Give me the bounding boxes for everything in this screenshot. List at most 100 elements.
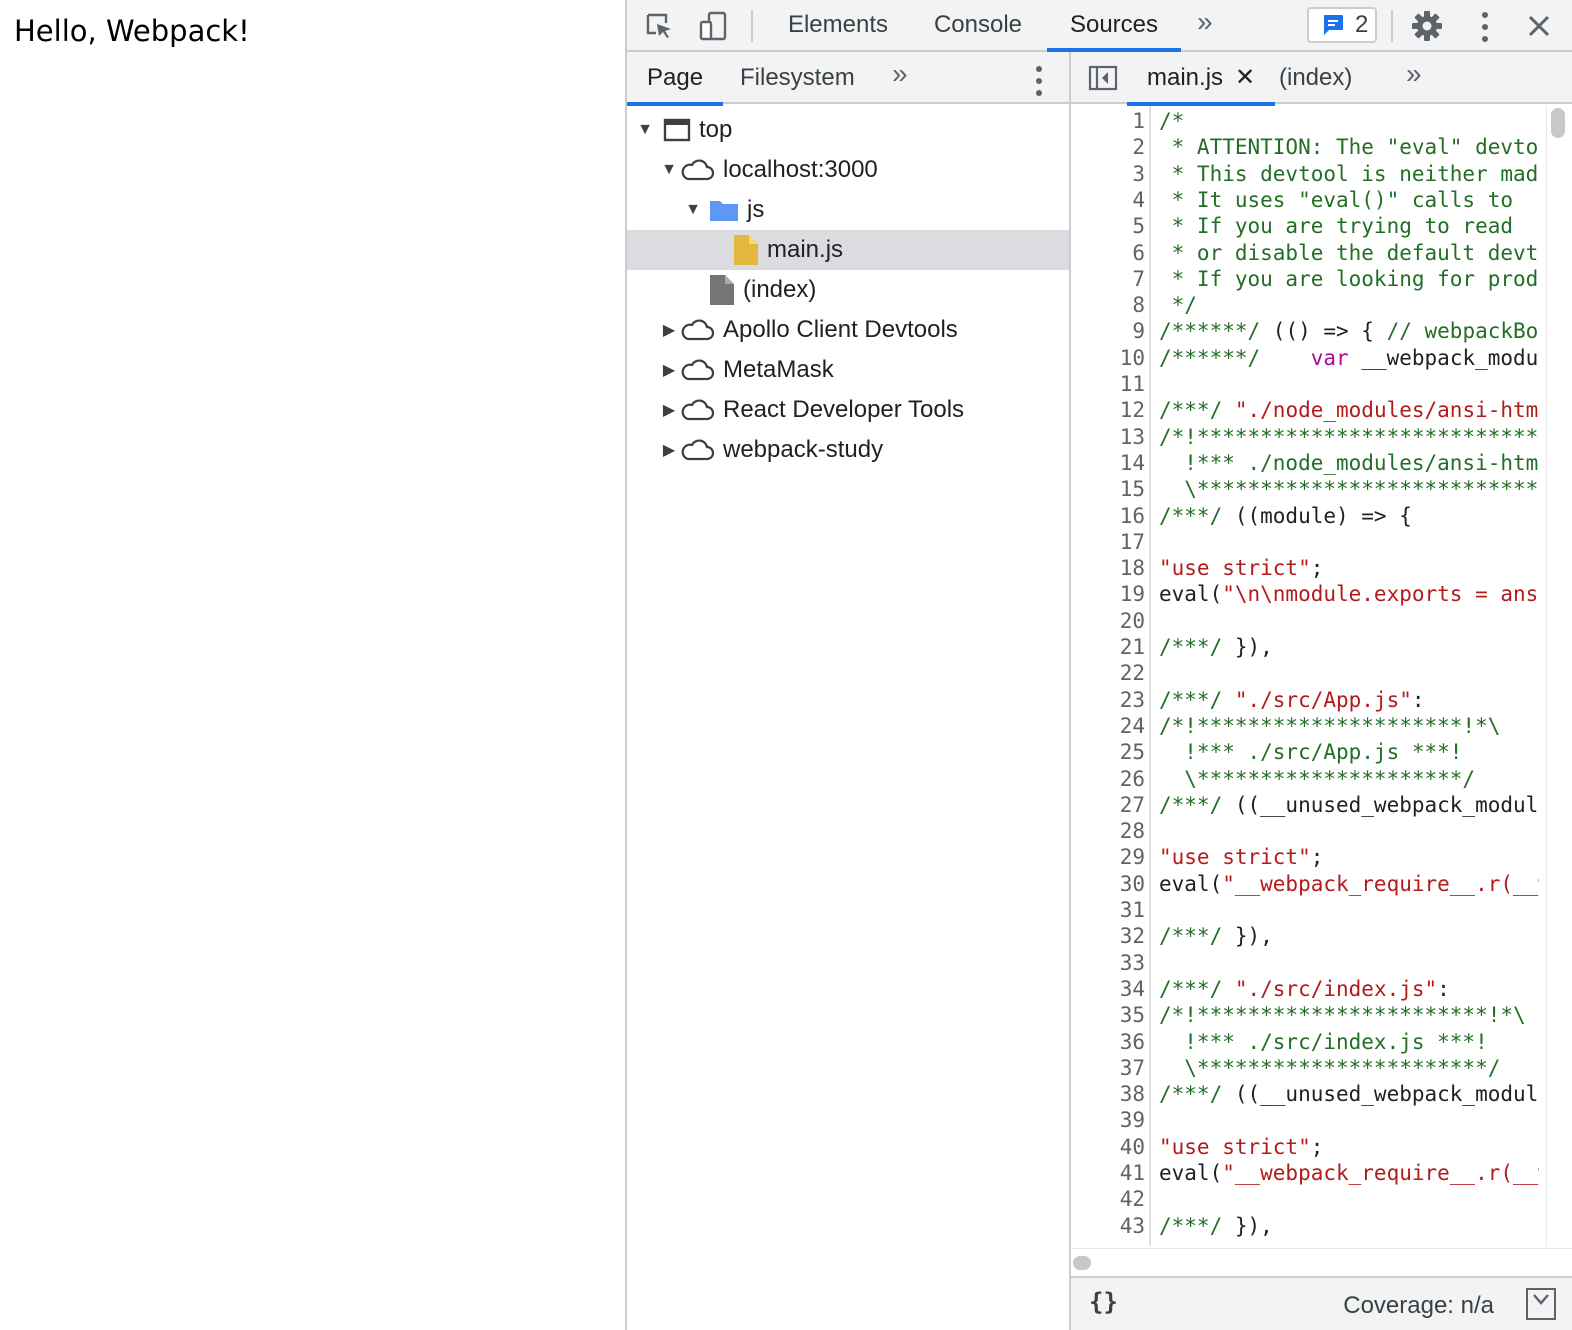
line-number[interactable]: 30 — [1071, 871, 1145, 897]
code-line[interactable] — [1159, 529, 1539, 555]
code-line[interactable]: /***/ }), — [1159, 634, 1539, 660]
code-line[interactable]: !*** ./node_modules/ansi-html — [1159, 450, 1539, 476]
expanded-triangle-icon[interactable]: ▼ — [635, 121, 655, 139]
line-number[interactable]: 39 — [1071, 1107, 1145, 1133]
expanded-triangle-icon[interactable]: ▼ — [659, 161, 679, 179]
code-line[interactable] — [1159, 1186, 1539, 1212]
code-line[interactable]: /******/ (() => { // webpackBootstrap — [1159, 318, 1539, 344]
code-line[interactable]: * It uses "eval()" calls to — [1159, 187, 1539, 213]
kebab-menu-icon[interactable] — [1482, 12, 1488, 42]
editor-tab-main-js[interactable]: main.js — [1126, 52, 1276, 106]
line-number[interactable]: 6 — [1071, 240, 1145, 266]
more-tabs-icon[interactable]: » — [1197, 6, 1212, 38]
code-line[interactable]: eval("__webpack_require__.r(__webpack_ex… — [1159, 871, 1539, 897]
line-number[interactable]: 14 — [1071, 450, 1145, 476]
code-line[interactable]: /******/ var __webpack_modules__ — [1159, 345, 1539, 371]
horizontal-scroll-thumb[interactable] — [1073, 1256, 1091, 1270]
navigator-menu-icon[interactable] — [1036, 66, 1042, 96]
line-number[interactable]: 5 — [1071, 213, 1145, 239]
line-number[interactable]: 8 — [1071, 292, 1145, 318]
code-line[interactable]: * ATTENTION: The "eval" devtool — [1159, 134, 1539, 160]
line-number[interactable]: 22 — [1071, 660, 1145, 686]
line-number[interactable]: 40 — [1071, 1134, 1145, 1160]
line-number[interactable]: 19 — [1071, 581, 1145, 607]
line-number[interactable]: 10 — [1071, 345, 1145, 371]
line-number[interactable]: 37 — [1071, 1055, 1145, 1081]
code-line[interactable] — [1159, 818, 1539, 844]
line-number[interactable]: 43 — [1071, 1213, 1145, 1239]
code-view[interactable]: 1 /* 2 * ATTENTION: The "eval" devtool 3 * … — [1071, 106, 1541, 1246]
pretty-print-button[interactable]: {} — [1089, 1288, 1118, 1316]
tab-sources[interactable]: Sources — [1047, 0, 1181, 52]
coverage-icon[interactable] — [1526, 1288, 1556, 1320]
line-number[interactable]: 42 — [1071, 1186, 1145, 1212]
code-line[interactable]: /***/ "./src/App.js": — [1159, 687, 1539, 713]
device-toolbar-icon[interactable] — [695, 8, 731, 44]
tree-item-metamask[interactable]: ▶ MetaMask — [627, 350, 1069, 390]
code-line[interactable]: \***********************/ — [1159, 1055, 1539, 1081]
code-line[interactable]: * or disable the default devtool — [1159, 240, 1539, 266]
tree-item-localhost[interactable]: ▼ localhost:3000 — [627, 150, 1069, 190]
line-number[interactable]: 29 — [1071, 844, 1145, 870]
code-line[interactable]: /***/ ((module) => { — [1159, 503, 1539, 529]
code-line[interactable]: /***/ }), — [1159, 923, 1539, 949]
code-line[interactable]: \***************************** — [1159, 476, 1539, 502]
close-tab-icon[interactable]: ✕ — [1235, 52, 1255, 104]
code-line[interactable]: * If you are trying to read — [1159, 213, 1539, 239]
horizontal-scrollbar[interactable] — [1071, 1248, 1572, 1276]
code-line[interactable]: * This devtool is neither made — [1159, 161, 1539, 187]
code-line[interactable] — [1159, 950, 1539, 976]
line-number[interactable]: 31 — [1071, 897, 1145, 923]
line-number[interactable]: 17 — [1071, 529, 1145, 555]
tab-page[interactable]: Page — [626, 52, 724, 106]
more-editor-tabs-icon[interactable]: » — [1406, 58, 1421, 90]
line-number[interactable]: 24 — [1071, 713, 1145, 739]
tree-item-top[interactable]: ▼ top — [627, 110, 1069, 150]
line-number[interactable]: 9 — [1071, 318, 1145, 344]
line-number[interactable]: 1 — [1071, 108, 1145, 134]
code-line[interactable]: !*** ./src/App.js ***! — [1159, 739, 1539, 765]
line-number[interactable]: 25 — [1071, 739, 1145, 765]
line-number[interactable]: 13 — [1071, 424, 1145, 450]
collapsed-triangle-icon[interactable]: ▶ — [659, 440, 679, 460]
line-number[interactable]: 11 — [1071, 371, 1145, 397]
close-icon[interactable] — [1521, 8, 1557, 44]
code-line[interactable] — [1159, 660, 1539, 686]
code-line[interactable]: * If you are looking for production — [1159, 266, 1539, 292]
code-line[interactable]: /*!*********************!*\ — [1159, 713, 1539, 739]
line-number[interactable]: 26 — [1071, 766, 1145, 792]
tree-item-webpack-study[interactable]: ▶ webpack-study — [627, 430, 1069, 470]
code-line[interactable]: /***/ "./node_modules/ansi-html" — [1159, 397, 1539, 423]
code-line[interactable]: /* — [1159, 108, 1539, 134]
code-line[interactable]: \*********************/ — [1159, 766, 1539, 792]
line-number[interactable]: 15 — [1071, 476, 1145, 502]
line-number[interactable]: 7 — [1071, 266, 1145, 292]
line-number[interactable]: 41 — [1071, 1160, 1145, 1186]
tab-filesystem[interactable]: Filesystem — [740, 52, 855, 104]
tree-item-apollo[interactable]: ▶ Apollo Client Devtools — [627, 310, 1069, 350]
line-number[interactable]: 34 — [1071, 976, 1145, 1002]
code-line[interactable]: */ — [1159, 292, 1539, 318]
line-number[interactable]: 23 — [1071, 687, 1145, 713]
gear-icon[interactable] — [1409, 8, 1445, 44]
code-line[interactable]: /***/ "./src/index.js": — [1159, 976, 1539, 1002]
tab-console[interactable]: Console — [917, 0, 1039, 50]
code-line[interactable]: "use strict"; — [1159, 844, 1539, 870]
collapsed-triangle-icon[interactable]: ▶ — [659, 400, 679, 420]
line-number[interactable]: 28 — [1071, 818, 1145, 844]
line-number[interactable]: 35 — [1071, 1002, 1145, 1028]
code-line[interactable] — [1159, 608, 1539, 634]
tree-item-js-folder[interactable]: ▼ js — [627, 190, 1069, 230]
issues-button[interactable]: 2 — [1307, 7, 1377, 43]
tab-elements[interactable]: Elements — [773, 0, 903, 50]
code-line[interactable]: !*** ./src/index.js ***! — [1159, 1029, 1539, 1055]
tree-item-main-js[interactable]: main.js — [627, 230, 1069, 270]
line-number[interactable]: 20 — [1071, 608, 1145, 634]
line-number[interactable]: 33 — [1071, 950, 1145, 976]
line-number[interactable]: 16 — [1071, 503, 1145, 529]
collapsed-triangle-icon[interactable]: ▶ — [659, 320, 679, 340]
code-line[interactable]: "use strict"; — [1159, 555, 1539, 581]
more-navigator-tabs-icon[interactable]: » — [892, 58, 907, 90]
line-number[interactable]: 18 — [1071, 555, 1145, 581]
collapsed-triangle-icon[interactable]: ▶ — [659, 360, 679, 380]
